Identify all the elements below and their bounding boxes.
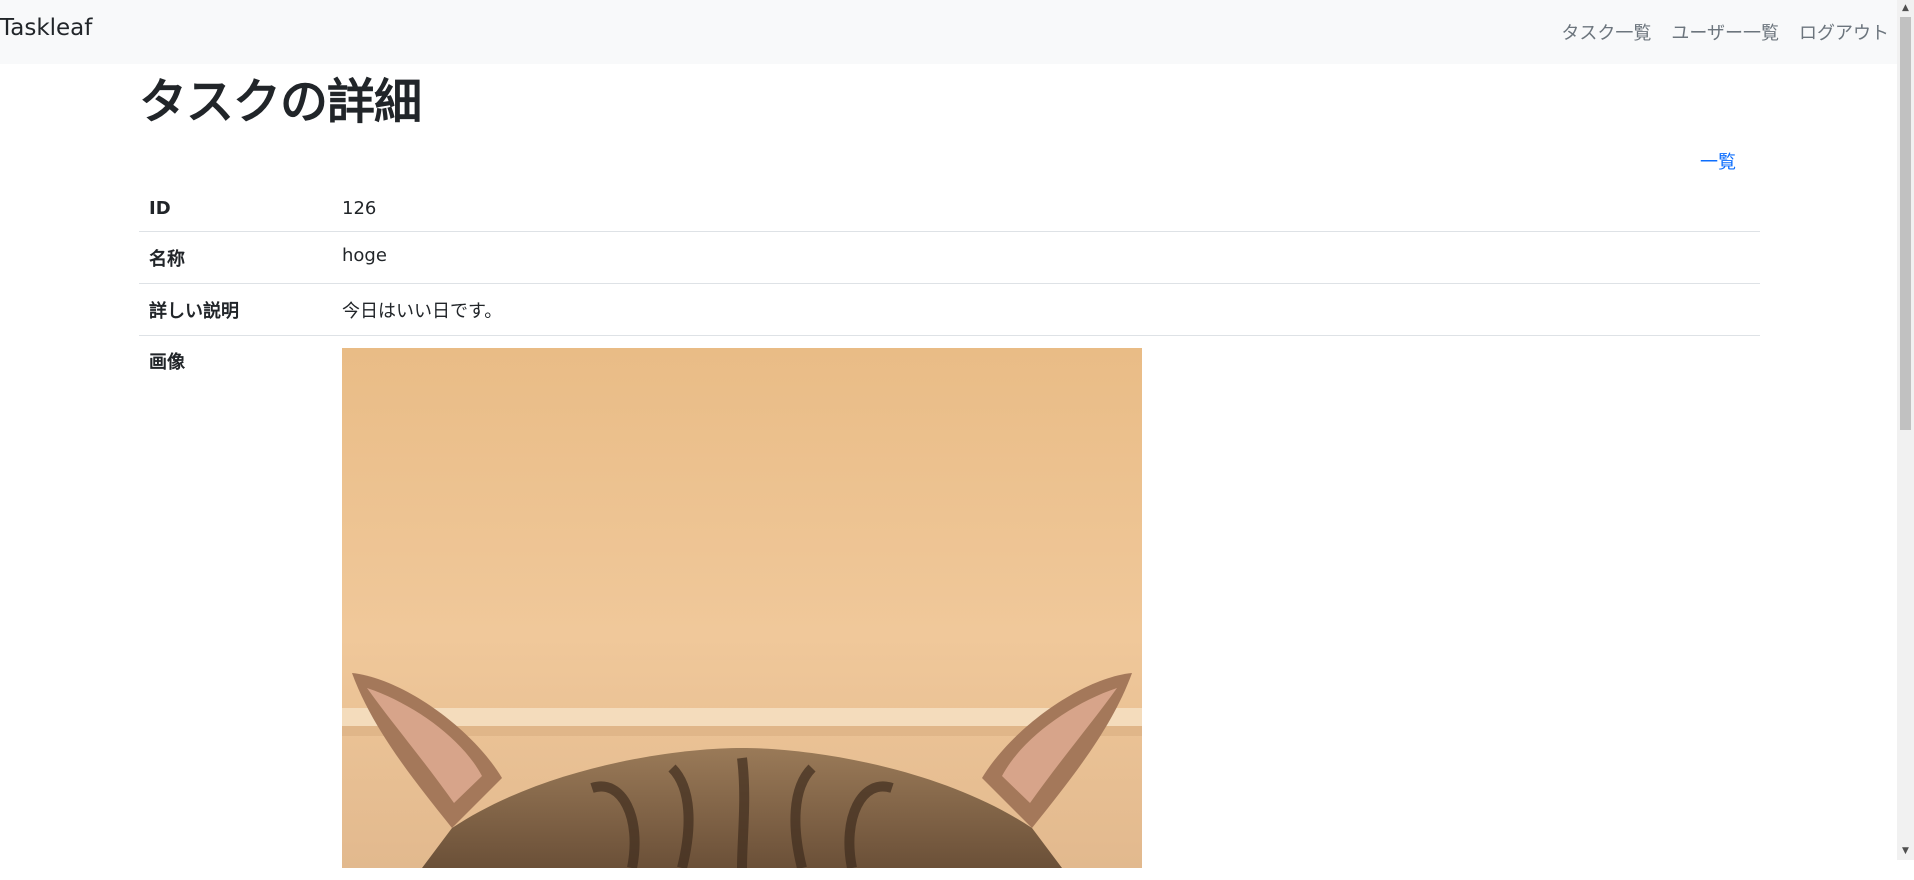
detail-value: hoge [332,232,1760,284]
vertical-scrollbar[interactable]: ▲ ▼ [1897,0,1914,860]
detail-label: 画像 [139,336,332,880]
detail-label: 詳しい説明 [139,284,332,336]
task-detail-table: ID 126 名称 hoge 詳しい説明 今日はいい日です。 画像 [139,185,1760,880]
detail-value [332,336,1760,880]
detail-value: 今日はいい日です。 [332,284,1760,336]
nav-link-user-list[interactable]: ユーザー一覧 [1671,19,1779,45]
navbar-links: タスク一覧 ユーザー一覧 ログアウト [1561,19,1889,45]
task-image [342,348,1142,868]
detail-row-name: 名称 hoge [139,232,1760,284]
back-to-list-link[interactable]: 一覧 [1700,148,1736,174]
scrollbar-thumb[interactable] [1900,17,1911,430]
cat-photo-illustration [342,348,1142,868]
page-title: タスクの詳細 [139,62,421,132]
navbar-brand[interactable]: Taskleaf [0,15,92,41]
nav-link-logout[interactable]: ログアウト [1799,19,1889,45]
detail-row-id: ID 126 [139,185,1760,232]
scroll-down-arrow-icon[interactable]: ▼ [1897,843,1914,860]
detail-value: 126 [332,185,1760,232]
navbar: Taskleaf タスク一覧 ユーザー一覧 ログアウト [0,0,1897,64]
scroll-up-arrow-icon[interactable]: ▲ [1897,0,1914,17]
detail-row-image: 画像 [139,336,1760,880]
detail-label: 名称 [139,232,332,284]
nav-link-task-list[interactable]: タスク一覧 [1561,19,1651,45]
detail-label: ID [139,185,332,232]
detail-row-description: 詳しい説明 今日はいい日です。 [139,284,1760,336]
